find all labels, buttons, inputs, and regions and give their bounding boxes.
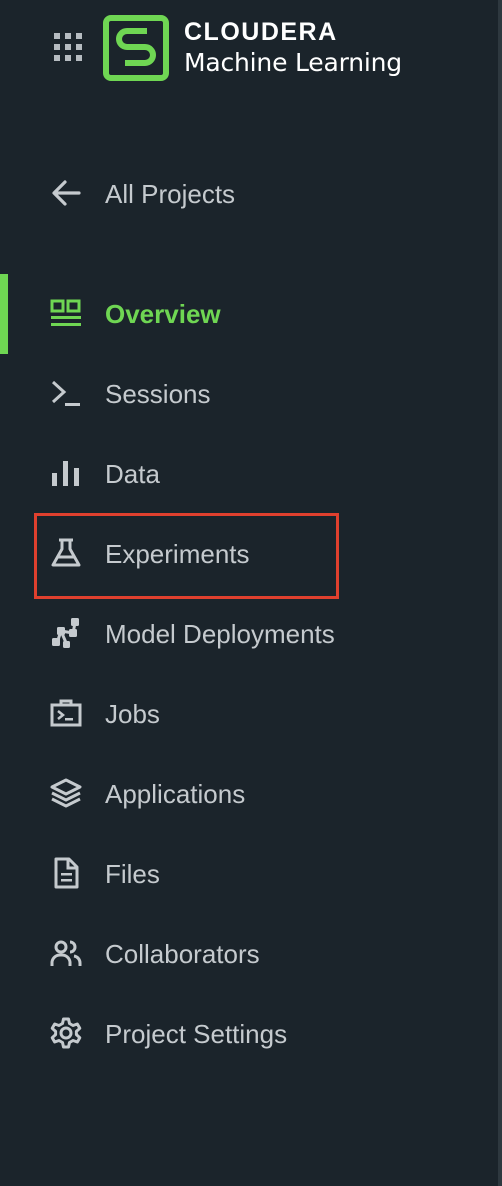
nav-item-collaborators[interactable]: Collaborators	[0, 923, 498, 983]
brand-title: CLOUDERA	[184, 18, 338, 46]
arrow-left-icon	[48, 178, 84, 208]
all-projects-label: All Projects	[105, 179, 236, 209]
model-network-icon	[48, 618, 84, 648]
brand-subtitle: Machine Learning	[184, 48, 402, 77]
people-icon	[48, 938, 84, 968]
project-sidebar: CLOUDERA Machine Learning All Projects O…	[0, 0, 502, 1186]
brand-name: CLOUDERA Machine Learning	[184, 18, 402, 77]
nav-item-label: Data	[105, 459, 160, 489]
highlight-box	[34, 513, 339, 599]
sidebar-border	[498, 0, 502, 1186]
layers-icon	[48, 778, 84, 808]
nav-item-label: Overview	[105, 299, 221, 329]
app-launcher-icon[interactable]	[54, 33, 82, 61]
nav-item-label: Jobs	[105, 699, 160, 729]
all-projects-link[interactable]: All Projects	[0, 163, 498, 223]
nav-item-overview[interactable]: Overview	[0, 283, 498, 343]
overview-icon	[48, 298, 84, 328]
nav-item-label: Collaborators	[105, 939, 260, 969]
nav-item-files[interactable]: Files	[0, 843, 498, 903]
nav-item-label: Model Deployments	[105, 619, 335, 649]
nav-item-label: Applications	[105, 779, 246, 809]
nav-item-data[interactable]: Data	[0, 443, 498, 503]
nav-item-model-deployments[interactable]: Model Deployments	[0, 603, 498, 663]
bar-chart-icon	[48, 458, 84, 488]
cloudera-logo-icon[interactable]	[103, 15, 169, 81]
file-icon	[48, 857, 84, 889]
nav-item-applications[interactable]: Applications	[0, 763, 498, 823]
nav-item-project-settings[interactable]: Project Settings	[0, 1003, 498, 1063]
nav-item-jobs[interactable]: Jobs	[0, 683, 498, 743]
terminal-icon	[48, 378, 84, 408]
gear-icon	[48, 1017, 84, 1049]
nav-item-label: Project Settings	[105, 1019, 288, 1049]
jobs-icon	[48, 698, 84, 728]
nav-item-label: Files	[105, 859, 160, 889]
nav-item-label: Sessions	[105, 379, 211, 409]
nav-item-sessions[interactable]: Sessions	[0, 363, 498, 423]
